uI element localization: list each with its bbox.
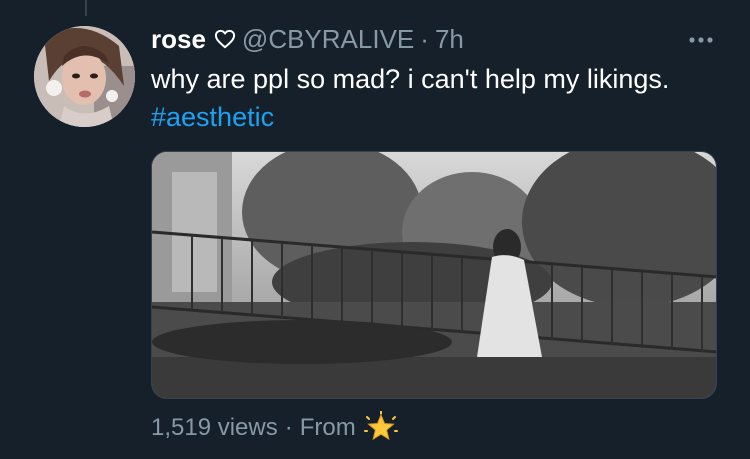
- display-name[interactable]: rose: [151, 24, 206, 55]
- more-horizontal-icon: [688, 24, 714, 49]
- footer-separator: ·: [284, 414, 293, 441]
- header-separator: ·: [420, 23, 429, 54]
- tweet-timestamp[interactable]: 7h: [435, 24, 464, 55]
- more-options-button[interactable]: [688, 30, 714, 44]
- tweet-media-video[interactable]: [151, 151, 717, 399]
- avatar-image: [34, 26, 135, 127]
- tweet-body: why are ppl so mad? i can't help my liki…: [151, 64, 670, 94]
- tweet-footer: 1,519 views · From: [151, 411, 398, 445]
- thread-connector-line: [85, 0, 87, 16]
- user-handle[interactable]: @CBYRALIVE: [242, 24, 414, 55]
- tweet-header: rose @CBYRALIVE · 7h: [151, 22, 464, 56]
- video-thumbnail: [152, 152, 716, 398]
- sparkle-star-icon[interactable]: [363, 411, 398, 445]
- from-label: From: [299, 414, 356, 441]
- avatar[interactable]: [34, 26, 135, 127]
- hashtag-link[interactable]: #aesthetic: [151, 102, 274, 132]
- view-count: 1,519 views: [151, 414, 278, 441]
- tweet-text: why are ppl so mad? i can't help my liki…: [151, 60, 711, 136]
- heart-outline-icon: [214, 29, 236, 49]
